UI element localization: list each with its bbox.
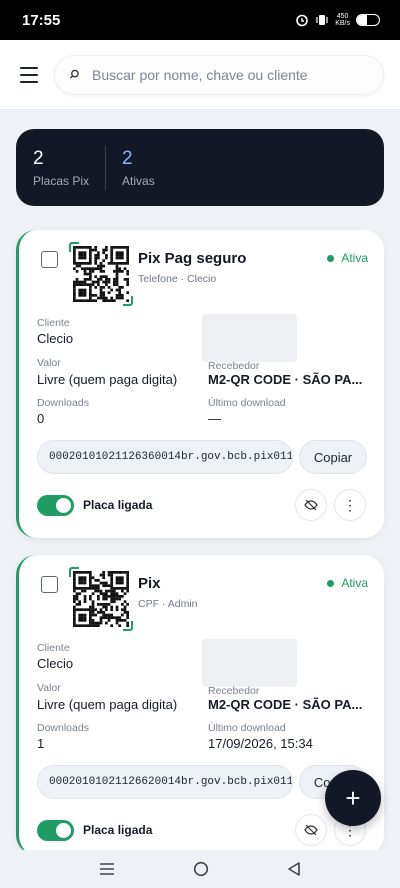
status-badge: Ativa [327, 251, 368, 265]
stat-divider [105, 145, 107, 190]
card-title: Pix [138, 575, 161, 592]
hide-button[interactable] [295, 814, 327, 846]
redacted-area [202, 314, 297, 362]
status-dot-icon [327, 254, 335, 262]
downloads-value: 1 [37, 736, 45, 751]
status-dot-icon [327, 579, 335, 587]
cliente-value: Clecio [37, 656, 74, 671]
search-bar[interactable] [54, 54, 384, 95]
qr-code [69, 567, 133, 631]
system-nav-bar [0, 850, 400, 888]
recent-apps-icon[interactable] [99, 862, 115, 876]
stat-ativas-label: Ativas [122, 173, 155, 188]
toggle-label: Placa ligada [83, 498, 153, 512]
downloads-label: Downloads [37, 722, 89, 734]
card-subtitle: CPF · Admin [138, 598, 198, 610]
hide-button[interactable] [295, 489, 327, 521]
toggle-label: Placa ligada [83, 823, 153, 837]
eye-off-icon [304, 824, 318, 836]
more-options-button[interactable]: ⋮ [334, 489, 366, 521]
add-placa-button[interactable]: + [325, 770, 381, 826]
alarm-icon [296, 14, 309, 27]
downloads-value: 0 [37, 411, 45, 426]
recebedor-label: Recebedor [208, 685, 260, 697]
card-checkbox[interactable] [41, 576, 58, 593]
downloads-label: Downloads [37, 397, 89, 409]
placa-toggle[interactable] [37, 820, 74, 841]
back-icon[interactable] [287, 861, 301, 877]
redacted-area [202, 639, 297, 687]
ultimo-download-value: 17/09/2026, 15:34 [208, 736, 313, 751]
pix-code-field[interactable]: 00020101021126620014br.gov.bcb.pix0111 [37, 765, 293, 799]
cliente-value: Clecio [37, 331, 74, 346]
valor-value: Livre (quem paga digita) [37, 697, 178, 712]
pix-card[interactable]: Pix Pag seguro Telefone · Clecio Ativa C… [16, 230, 384, 538]
qr-code-icon [73, 571, 129, 627]
pix-code-field[interactable]: 00020101021126360014br.gov.bcb.pix0114 [37, 440, 293, 474]
recebedor-label: Recebedor [208, 360, 260, 372]
status-time: 17:55 [22, 11, 61, 29]
vibrate-icon [316, 15, 328, 25]
ultimo-download-label: Último download [208, 397, 286, 409]
qr-code [69, 242, 133, 306]
card-title: Pix Pag seguro [138, 250, 247, 267]
network-speed: 450 KB/s [335, 13, 350, 27]
battery-icon [356, 14, 380, 26]
copy-button[interactable]: Copiar [299, 440, 367, 474]
stat-ativas-value: 2 [122, 147, 133, 169]
more-options-icon: ⋮ [343, 496, 357, 513]
eye-off-icon [304, 499, 318, 511]
status-badge: Ativa [327, 576, 368, 590]
stats-panel: 2 Placas Pix 2 Ativas [16, 129, 384, 206]
search-icon [69, 69, 79, 79]
cliente-label: Cliente [37, 642, 70, 654]
stat-ativas: 2 Ativas [122, 148, 155, 188]
card-subtitle: Telefone · Clecio [138, 273, 217, 285]
search-input[interactable] [92, 66, 369, 83]
valor-label: Valor [37, 357, 61, 369]
ultimo-download-label: Último download [208, 722, 286, 734]
stat-placas: 2 Placas Pix [33, 148, 89, 188]
top-bar [0, 40, 400, 110]
stat-placas-label: Placas Pix [33, 173, 90, 188]
cliente-label: Cliente [37, 317, 70, 329]
status-icons: 450 KB/s [295, 13, 380, 27]
stat-placas-value: 2 [33, 147, 44, 169]
recebedor-value: M2-QR CODE · SÃO PA... [208, 697, 363, 712]
home-icon[interactable] [193, 861, 209, 877]
valor-label: Valor [37, 682, 61, 694]
recebedor-value: M2-QR CODE · SÃO PA... [208, 372, 363, 387]
status-bar: 17:55 450 KB/s [0, 0, 400, 40]
card-checkbox[interactable] [41, 251, 58, 268]
ultimo-download-value: — [208, 411, 221, 426]
placa-toggle[interactable] [37, 495, 74, 516]
qr-code-icon [73, 246, 129, 302]
valor-value: Livre (quem paga digita) [37, 372, 178, 387]
menu-icon[interactable] [20, 66, 38, 83]
